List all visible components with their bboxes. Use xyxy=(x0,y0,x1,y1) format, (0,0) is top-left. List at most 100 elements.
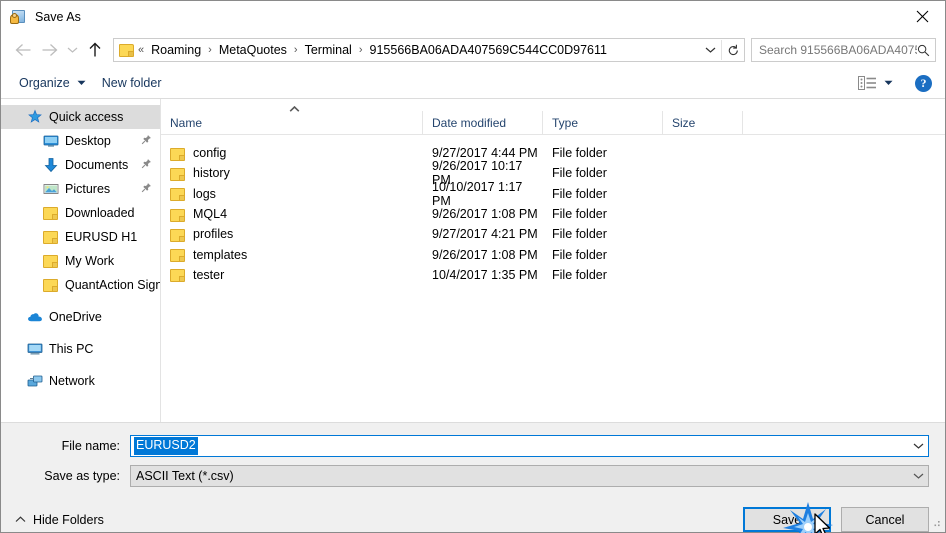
pictures-icon xyxy=(43,181,59,197)
save-as-type-dropdown-button[interactable] xyxy=(908,472,928,480)
table-row[interactable]: history 9/26/2017 10:17 PM File folder xyxy=(161,159,945,187)
file-row-name-cell: config xyxy=(161,146,423,161)
sidebar-item-my-work[interactable]: My Work xyxy=(1,249,160,273)
close-button[interactable] xyxy=(899,1,945,32)
save-as-type-row: Save as type: ASCII Text (*.csv) xyxy=(17,465,929,487)
sidebar-item-pictures[interactable]: Pictures xyxy=(1,177,160,201)
folder-icon xyxy=(170,147,185,161)
refresh-button[interactable] xyxy=(722,39,744,61)
folder-icon xyxy=(43,279,58,292)
file-row-type-cell: File folder xyxy=(552,247,607,262)
folder-icon xyxy=(43,255,58,268)
organize-button[interactable]: Organize xyxy=(11,73,94,93)
address-bar[interactable]: « Roaming › MetaQuotes › Terminal › 9155… xyxy=(113,38,745,62)
title-bar: Save As xyxy=(1,1,945,32)
desktop-icon xyxy=(43,133,59,149)
sidebar-item-documents[interactable]: Documents xyxy=(1,153,160,177)
column-header-date-modified[interactable]: Date modified xyxy=(423,110,543,135)
file-row-name-cell: profiles xyxy=(161,227,423,242)
recent-locations-button[interactable] xyxy=(62,37,82,63)
cancel-button[interactable]: Cancel xyxy=(841,507,929,532)
back-arrow-icon xyxy=(15,44,30,56)
documents-icon xyxy=(43,157,59,173)
sidebar-item-desktop[interactable]: Desktop xyxy=(1,129,160,153)
column-header-name[interactable]: Name xyxy=(161,110,423,135)
back-button[interactable] xyxy=(10,37,36,63)
breadcrumb-item-0[interactable]: Roaming xyxy=(146,43,206,57)
file-row-date-cell: 9/27/2017 4:21 PM xyxy=(432,227,538,242)
breadcrumb: « Roaming › MetaQuotes › Terminal › 9155… xyxy=(136,43,699,57)
file-name-dropdown-button[interactable] xyxy=(908,442,928,450)
forward-button[interactable] xyxy=(36,37,62,63)
folder-icon xyxy=(43,277,59,293)
sidebar-item-quick-access[interactable]: Quick access xyxy=(1,105,160,129)
sidebar-item-eurusd-h1[interactable]: EURUSD H1 xyxy=(1,225,160,249)
column-header-size[interactable]: Size xyxy=(663,110,743,135)
hide-folders-button[interactable]: Hide Folders xyxy=(15,513,104,527)
folder-icon xyxy=(43,207,58,220)
table-row[interactable]: logs 10/10/2017 1:17 PM File folder xyxy=(161,180,945,208)
file-rows: config 9/27/2017 4:44 PM File folder histor… xyxy=(161,135,945,422)
search-box[interactable] xyxy=(751,38,936,62)
file-list-pane: Name Date modified Type Size config 9/27/… xyxy=(161,99,945,422)
table-row[interactable]: config 9/27/2017 4:44 PM File folder xyxy=(161,143,945,163)
help-button[interactable]: ? xyxy=(915,74,932,92)
sidebar-item-network[interactable]: Network xyxy=(1,369,160,393)
network-icon xyxy=(27,375,43,387)
save-button[interactable]: Save xyxy=(743,507,831,532)
breadcrumb-separator: › xyxy=(293,44,298,56)
folder-icon xyxy=(170,188,185,202)
breadcrumb-item-1[interactable]: MetaQuotes xyxy=(214,43,292,57)
sidebar-item-this-pc[interactable]: This PC xyxy=(1,337,160,361)
search-icon xyxy=(917,44,930,56)
file-name-input[interactable]: EURUSD2 xyxy=(130,435,929,457)
folder-icon xyxy=(170,249,185,263)
sidebar-item-label: EURUSD H1 xyxy=(65,230,138,244)
file-name-value: EURUSD2 xyxy=(134,437,198,455)
up-arrow-icon xyxy=(89,42,101,57)
breadcrumb-item-2[interactable]: Terminal xyxy=(300,43,357,57)
file-row-type-cell: File folder xyxy=(552,166,607,181)
sidebar-item-downloaded[interactable]: Downloaded xyxy=(1,201,160,225)
this-pc-icon xyxy=(27,343,43,355)
window-title: Save As xyxy=(35,9,81,24)
file-name-text: tester xyxy=(193,267,225,282)
file-row-type-cell: File folder xyxy=(552,146,607,161)
pictures-icon xyxy=(43,184,59,194)
column-header-row: Name Date modified Type Size xyxy=(161,110,945,135)
change-view-button[interactable] xyxy=(850,73,901,93)
resize-grip-icon[interactable] xyxy=(930,518,942,530)
breadcrumb-overflow[interactable]: « xyxy=(136,44,146,56)
table-row[interactable]: tester 10/4/2017 1:35 PM File folder xyxy=(161,265,945,285)
new-folder-button[interactable]: New folder xyxy=(94,73,170,93)
table-row[interactable]: profiles 9/27/2017 4:21 PM File folder xyxy=(161,224,945,244)
navigation-pane: Quick access Desktop Documents Pictures Down… xyxy=(1,99,161,422)
address-dropdown-button[interactable] xyxy=(699,39,721,61)
save-as-type-select[interactable]: ASCII Text (*.csv) xyxy=(130,465,929,487)
sidebar-item-onedrive[interactable]: OneDrive xyxy=(1,305,160,329)
file-row-name-cell: MQL4 xyxy=(161,207,423,222)
sidebar-item-label: Documents xyxy=(65,158,129,172)
breadcrumb-item-3[interactable]: 915566BA06ADA407569C544CC0D97611 xyxy=(365,43,612,57)
pin-icon[interactable] xyxy=(141,182,152,196)
address-folder-icon xyxy=(119,43,134,57)
folder-icon xyxy=(170,208,185,222)
sidebar-item-quantaction-signal[interactable]: QuantAction Signal xyxy=(1,273,160,297)
pin-icon[interactable] xyxy=(141,158,152,172)
pin-icon[interactable] xyxy=(141,134,152,148)
this-pc-icon xyxy=(27,341,43,357)
folder-icon xyxy=(43,253,59,269)
close-icon xyxy=(916,10,928,23)
folder-icon xyxy=(170,228,185,242)
table-row[interactable]: MQL4 9/26/2017 1:08 PM File folder xyxy=(161,204,945,224)
dialog-footer: Hide Folders Save Cancel xyxy=(1,495,945,533)
column-header-type[interactable]: Type xyxy=(543,110,663,135)
search-input[interactable] xyxy=(759,43,917,57)
chevron-down-icon xyxy=(913,473,923,479)
table-row[interactable]: templates 9/26/2017 1:08 PM File folder xyxy=(161,244,945,264)
file-name-label: File name: xyxy=(61,439,120,453)
up-button[interactable] xyxy=(82,37,108,63)
folder-icon xyxy=(43,231,58,244)
file-row-date-cell: 9/27/2017 4:44 PM xyxy=(432,146,538,161)
file-name-text: MQL4 xyxy=(193,207,228,222)
